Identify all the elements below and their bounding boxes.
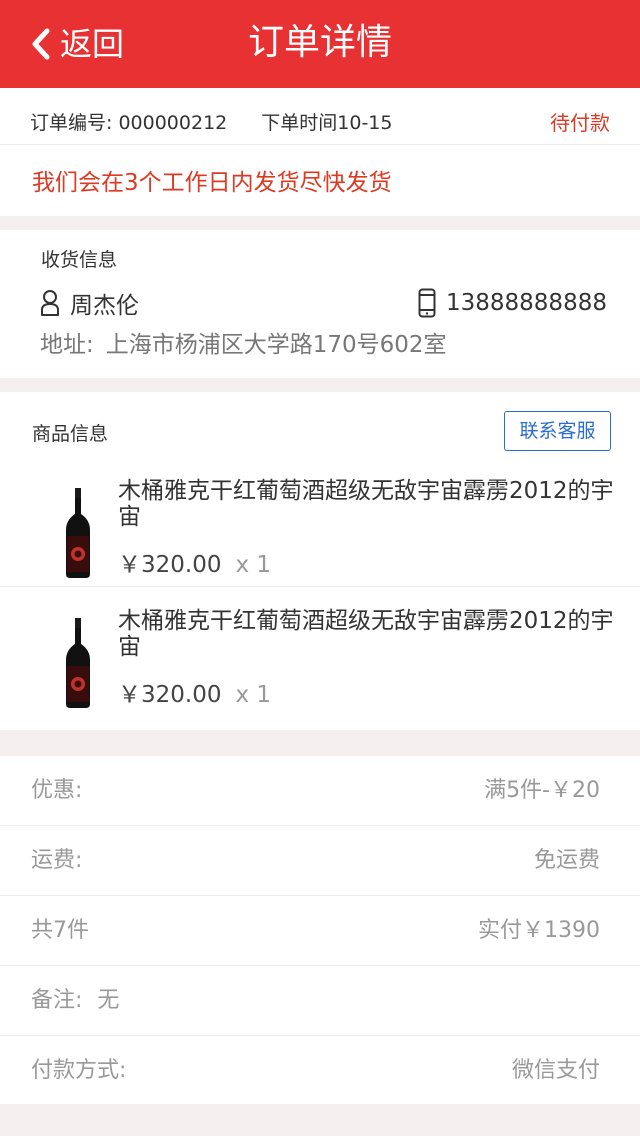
product-quantity: x 1 [235,552,272,578]
remark-row: 备注: 无 [0,966,640,1036]
address-row: 地址: 上海市杨浦区大学路170号602室 [40,328,447,362]
divider [0,586,640,587]
payment-method-row: 付款方式: 微信支付 [0,1036,640,1106]
goods-panel: 商品信息 联系客服 木桶雅克干红葡萄酒超级无敌宇宙霹雳2012的宇宙 ￥320.… [0,392,640,730]
remark-label: 备注: [31,988,83,1013]
app-header: 返回 订单详情 [0,0,640,88]
order-time-group: 下单时间10-15 [261,106,392,140]
product-price: ￥320.00 [118,552,222,578]
divider [0,144,640,145]
shipping-fee-row: 运费: 免运费 [0,826,640,896]
payment-method-label: 付款方式: [31,1058,127,1083]
phone-icon [418,288,436,318]
discount-value: 满5件-￥20 [484,778,600,803]
address-label: 地址: [40,332,94,358]
shipping-notice: 我们会在3个工作日内发货尽快发货 [32,170,392,196]
shipping-fee-value: 免运费 [533,848,600,873]
paid-amount: 实付￥1390 [478,918,600,943]
discount-label: 优惠: [31,778,83,803]
remark-value: 无 [97,988,120,1013]
person-icon [41,290,59,316]
address-value: 上海市杨浦区大学路170号602室 [105,332,447,358]
product-quantity: x 1 [235,682,272,708]
recipient-name-row: 周杰伦 [40,286,139,320]
wine-bottle-icon [66,488,90,578]
product-name: 木桶雅克干红葡萄酒超级无敌宇宙霹雳2012的宇宙 [118,478,614,530]
order-time-label: 下单时间 [261,112,338,134]
order-info-panel: 订单编号: 000000212 下单时间10-15 待付款 我们会在3个工作日内… [0,88,640,216]
remark-group: 备注: 无 [31,984,119,1018]
goods-title: 商品信息 [32,423,109,445]
chevron-left-icon [32,28,50,60]
wine-bottle-icon [66,618,90,708]
item-count: 共7件 [31,918,89,943]
product-name: 木桶雅克干红葡萄酒超级无敌宇宙霹雳2012的宇宙 [118,608,614,660]
recipient-name: 周杰伦 [70,293,139,319]
total-row: 共7件 实付￥1390 [0,896,640,966]
product-price: ￥320.00 [118,682,222,708]
list-item[interactable]: 木桶雅克干红葡萄酒超级无敌宇宙霹雳2012的宇宙 ￥320.00 x 1 [0,608,640,738]
list-item[interactable]: 木桶雅克干红葡萄酒超级无敌宇宙霹雳2012的宇宙 ￥320.00 x 1 [0,478,640,608]
recipient-phone-row: 13888888888 [418,286,607,320]
order-number-group: 订单编号: 000000212 [30,106,227,140]
product-price-row: ￥320.00 x 1 [118,680,271,710]
discount-row: 优惠: 满5件-￥20 [0,756,640,826]
order-time: 10-15 [337,112,393,134]
payment-method-value: 微信支付 [511,1058,600,1083]
shipping-panel: 收货信息 周杰伦 13888888888 地址: 上海市杨浦区大学路170号602… [0,230,640,378]
back-label: 返回 [60,25,125,63]
order-status: 待付款 [550,111,610,135]
order-summary-panel: 优惠: 满5件-￥20 运费: 免运费 共7件 实付￥1390 备注: 无 付款… [0,756,640,1104]
product-price-row: ￥320.00 x 1 [118,550,271,580]
order-number: 000000212 [118,112,228,134]
shipping-fee-label: 运费: [31,848,83,873]
contact-service-button[interactable]: 联系客服 [504,411,611,451]
shipping-title: 收货信息 [41,249,118,271]
order-meta: 订单编号: 000000212 下单时间10-15 [30,106,392,140]
recipient-phone: 13888888888 [446,290,607,316]
order-number-label: 订单编号: [30,112,113,134]
back-button[interactable]: 返回 [30,22,124,66]
